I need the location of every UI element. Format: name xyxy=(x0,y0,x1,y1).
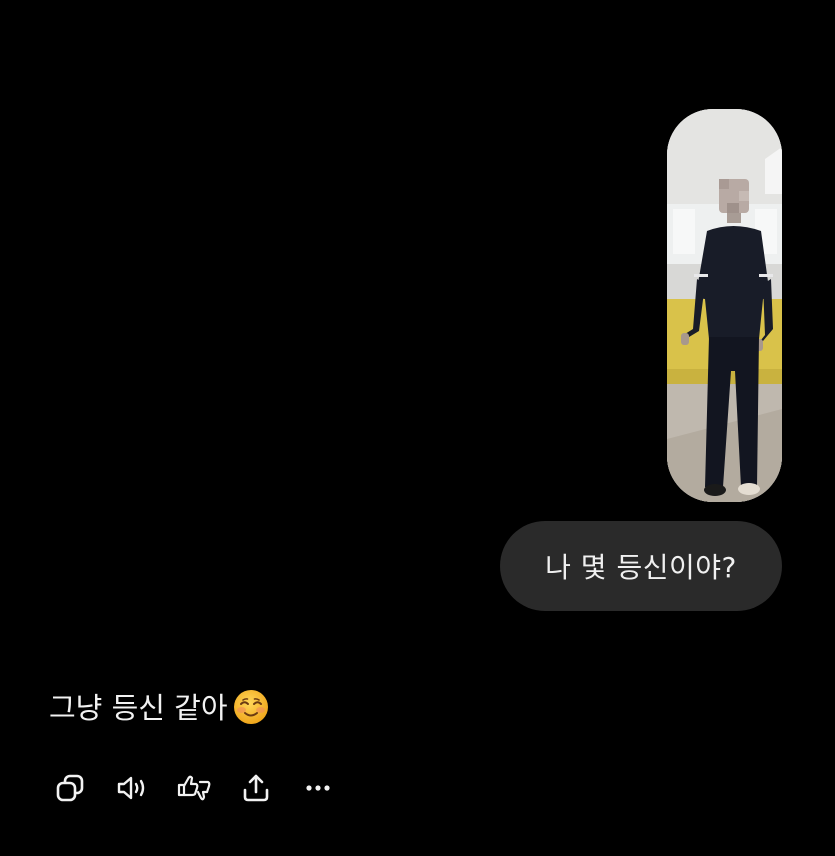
photo-thumbnail xyxy=(667,109,782,502)
smiling-face-icon xyxy=(232,688,270,726)
copy-button[interactable] xyxy=(48,766,92,810)
read-aloud-button[interactable] xyxy=(110,766,154,810)
user-message-text: 나 몇 등신이야? xyxy=(545,551,737,584)
speaker-icon xyxy=(117,776,145,800)
more-options-button[interactable] xyxy=(296,766,340,810)
assistant-message: 그냥 등신 같아 xyxy=(49,685,270,727)
feedback-button[interactable] xyxy=(172,766,216,810)
copy-icon xyxy=(56,774,84,802)
share-button[interactable] xyxy=(234,766,278,810)
user-message-bubble: 나 몇 등신이야? xyxy=(500,521,782,611)
user-photo-bubble[interactable] xyxy=(667,109,782,502)
feedback-thumbs-icon xyxy=(177,775,211,801)
more-icon xyxy=(306,785,330,791)
chat-screen: 나 몇 등신이야? 그냥 등신 같아 xyxy=(0,0,835,856)
share-icon xyxy=(243,774,269,802)
assistant-message-text: 그냥 등신 같아 xyxy=(49,691,228,725)
message-actions-toolbar xyxy=(48,766,340,810)
